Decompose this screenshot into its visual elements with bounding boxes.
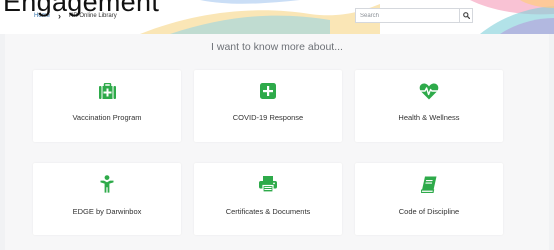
printer-icon: [259, 176, 277, 192]
heartbeat-icon: [419, 83, 439, 99]
card-code-of-discipline[interactable]: Code of Discipline: [355, 163, 503, 235]
section-heading: I want to know more about...: [211, 41, 343, 53]
topic-grid: Vaccination Program COVID-19 Response He…: [33, 70, 503, 235]
card-label: Health & Wellness: [398, 113, 460, 122]
card-vaccination-program[interactable]: Vaccination Program: [33, 70, 181, 142]
card-label: Vaccination Program: [72, 113, 142, 122]
card-label: Certificates & Documents: [225, 207, 311, 216]
plus-square-icon: [260, 83, 276, 99]
card-health-wellness[interactable]: Health & Wellness: [355, 70, 503, 142]
card-covid-19-response[interactable]: COVID-19 Response: [194, 70, 342, 142]
medical-kit-icon: [98, 83, 116, 99]
main-content: I want to know more about... Vaccination…: [5, 34, 549, 250]
card-certificates-documents[interactable]: Certificates & Documents: [194, 163, 342, 235]
search-bar: [355, 8, 473, 23]
card-label: Code of Discipline: [398, 207, 460, 216]
search-button[interactable]: [459, 8, 473, 23]
book-icon: [421, 176, 437, 193]
card-label: COVID-19 Response: [232, 113, 304, 122]
overlay-title: Engagement: [3, 0, 160, 17]
person-icon: [100, 175, 114, 193]
search-input[interactable]: [355, 8, 459, 23]
search-icon: [462, 12, 470, 19]
header-banner: Engagement Home › HR Online Library: [0, 0, 554, 34]
card-label: EDGE by Darwinbox: [72, 207, 142, 216]
card-edge-by-darwinbox[interactable]: EDGE by Darwinbox: [33, 163, 181, 235]
